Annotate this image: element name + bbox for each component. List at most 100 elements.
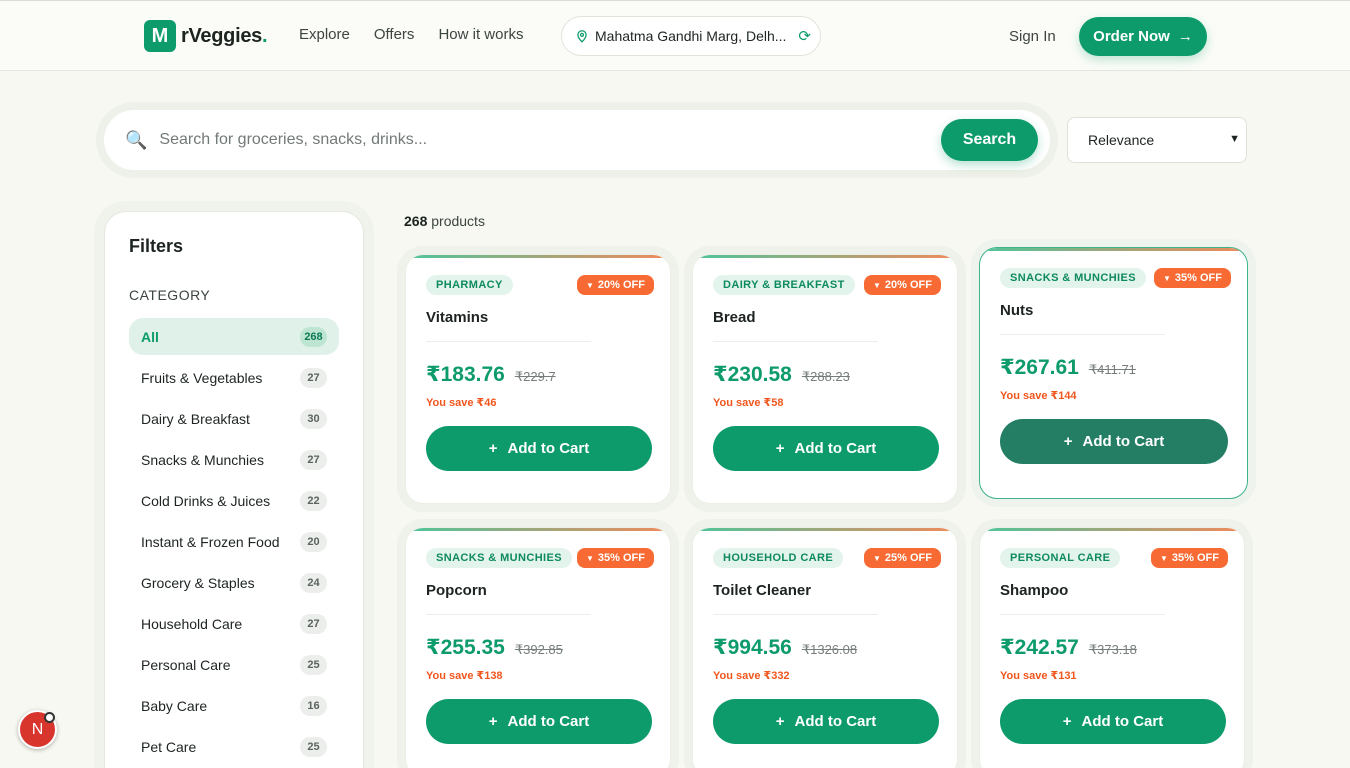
divider [713, 341, 878, 342]
product-card[interactable]: HOUSEHOLD CARE ▼ 25% OFF Toilet Cleaner ₹994… [692, 527, 958, 768]
savings-text: You save ₹144 [1000, 390, 1077, 402]
user-avatar[interactable]: N [18, 710, 57, 749]
nav-explore[interactable]: Explore [299, 26, 350, 43]
product-card[interactable]: SNACKS & MUNCHIES ▼ 35% OFF Popcorn ₹255.35 ₹… [405, 527, 671, 768]
plus-icon: + [1062, 713, 1072, 730]
category-item[interactable]: Snacks & Munchies 27 [129, 441, 339, 478]
down-arrow-icon: ▼ [873, 554, 881, 563]
category-item[interactable]: All 268 [129, 318, 339, 355]
discount-badge: ▼ 35% OFF [577, 548, 654, 568]
sort-select[interactable]: Relevance ▼ [1067, 117, 1247, 163]
product-category-tag: PHARMACY [426, 275, 513, 295]
discount-text: 20% OFF [597, 279, 645, 291]
add-to-cart-button[interactable]: + Add to Cart [1000, 699, 1226, 744]
add-to-cart-button[interactable]: + Add to Cart [1000, 419, 1228, 464]
category-heading: CATEGORY [129, 287, 211, 303]
price-row: ₹242.57 ₹373.18 [1000, 635, 1224, 660]
product-price: ₹255.35 [426, 636, 505, 659]
arrow-right-icon: → [1177, 28, 1193, 45]
product-price: ₹230.58 [713, 363, 792, 386]
logo-text: rVeggies [181, 24, 262, 47]
category-label: Instant & Frozen Food [141, 533, 280, 550]
logo-dot: . [261, 24, 268, 47]
divider [426, 614, 591, 615]
category-count-badge: 24 [300, 572, 327, 593]
search-icon: 🔍 [125, 129, 148, 150]
savings-text: You save ₹46 [426, 397, 497, 409]
add-to-cart-label: Add to Cart [794, 440, 877, 457]
category-label: Baby Care [141, 697, 208, 714]
category-count-badge: 30 [300, 408, 327, 429]
order-now-label: Order Now [1093, 28, 1170, 45]
add-to-cart-button[interactable]: + Add to Cart [426, 699, 652, 744]
filters-sidebar: Filters CATEGORY All 268 Fruits & Vegetabl… [104, 211, 364, 768]
divider [1000, 334, 1165, 335]
sign-in-link[interactable]: Sign In [1009, 28, 1056, 45]
price-row: ₹267.61 ₹411.71 [1000, 355, 1227, 380]
add-to-cart-label: Add to Cart [794, 713, 877, 730]
category-item[interactable]: Household Care 27 [129, 605, 339, 642]
category-item[interactable]: Dairy & Breakfast 30 [129, 400, 339, 437]
logo[interactable]: M rVeggies. [144, 20, 268, 52]
down-arrow-icon: ▼ [586, 281, 594, 290]
add-to-cart-button[interactable]: + Add to Cart [713, 426, 939, 471]
down-arrow-icon: ▼ [1160, 554, 1168, 563]
category-label: Pet Care [141, 738, 197, 755]
nav-offers[interactable]: Offers [374, 26, 415, 43]
product-card[interactable]: PERSONAL CARE ▼ 35% OFF Shampoo ₹242.57 ₹373.… [979, 527, 1245, 768]
product-name: Popcorn [426, 582, 487, 599]
down-arrow-icon: ▼ [586, 554, 594, 563]
category-item[interactable]: Baby Care 16 [129, 687, 339, 724]
divider [426, 341, 591, 342]
product-price: ₹267.61 [1000, 356, 1079, 379]
divider [713, 614, 878, 615]
order-now-button[interactable]: Order Now → [1079, 17, 1207, 56]
refresh-location-icon[interactable]: ⟳ [798, 27, 811, 45]
discount-text: 35% OFF [1171, 552, 1219, 564]
category-item[interactable]: Grocery & Staples 24 [129, 564, 339, 601]
product-price: ₹242.57 [1000, 636, 1079, 659]
discount-badge: ▼ 35% OFF [1154, 268, 1231, 288]
category-item[interactable]: Instant & Frozen Food 20 [129, 523, 339, 560]
filters-title: Filters [129, 236, 184, 256]
product-name: Toilet Cleaner [713, 582, 812, 599]
category-item[interactable]: Pet Care 25 [129, 728, 339, 765]
category-label: Dairy & Breakfast [141, 410, 250, 427]
product-category-tag: SNACKS & MUNCHIES [1000, 268, 1146, 288]
results-count-suffix: products [431, 213, 485, 229]
product-card[interactable]: PHARMACY ▼ 20% OFF Vitamins ₹183.76 ₹229.7 You… [405, 254, 671, 504]
product-card[interactable]: DAIRY & BREAKFAST ▼ 20% OFF Bread ₹230.58 ₹28… [692, 254, 958, 504]
logo-wordmark: rVeggies. [181, 24, 268, 48]
product-category-tag: SNACKS & MUNCHIES [426, 548, 572, 568]
add-to-cart-button[interactable]: + Add to Cart [426, 426, 652, 471]
plus-icon: + [488, 713, 498, 730]
add-to-cart-button[interactable]: + Add to Cart [713, 699, 939, 744]
product-category-tag: DAIRY & BREAKFAST [713, 275, 855, 295]
category-item[interactable]: Personal Care 25 [129, 646, 339, 683]
discount-badge: ▼ 20% OFF [864, 275, 941, 295]
category-count-badge: 27 [300, 367, 327, 388]
category-label: Personal Care [141, 656, 231, 673]
category-item[interactable]: Cold Drinks & Juices 22 [129, 482, 339, 519]
add-to-cart-label: Add to Cart [1081, 713, 1164, 730]
nav-how-it-works[interactable]: How it works [438, 26, 523, 43]
search-button[interactable]: Search [941, 119, 1038, 161]
discount-badge: ▼ 25% OFF [864, 548, 941, 568]
product-mrp: ₹229.7 [514, 369, 556, 384]
product-name: Bread [713, 309, 756, 326]
main-nav: Explore Offers How it works [299, 26, 547, 43]
product-card[interactable]: SNACKS & MUNCHIES ▼ 35% OFF Nuts ₹267.61 ₹411… [979, 247, 1248, 499]
plus-icon: + [775, 713, 785, 730]
location-pin-icon [577, 30, 587, 43]
category-label: Cold Drinks & Juices [141, 492, 271, 509]
chevron-down-icon: ▼ [1229, 133, 1240, 145]
product-mrp: ₹373.18 [1088, 642, 1137, 657]
search-input[interactable]: Search for groceries, snacks, drinks... [159, 131, 427, 149]
product-mrp: ₹288.23 [801, 369, 850, 384]
add-to-cart-label: Add to Cart [507, 440, 590, 457]
product-price: ₹994.56 [713, 636, 792, 659]
results-count-number: 268 [404, 213, 428, 229]
discount-text: 35% OFF [1174, 272, 1222, 284]
location-selector[interactable]: Mahatma Gandhi Marg, Delh... ⟳ [561, 16, 821, 56]
category-item[interactable]: Fruits & Vegetables 27 [129, 359, 339, 396]
